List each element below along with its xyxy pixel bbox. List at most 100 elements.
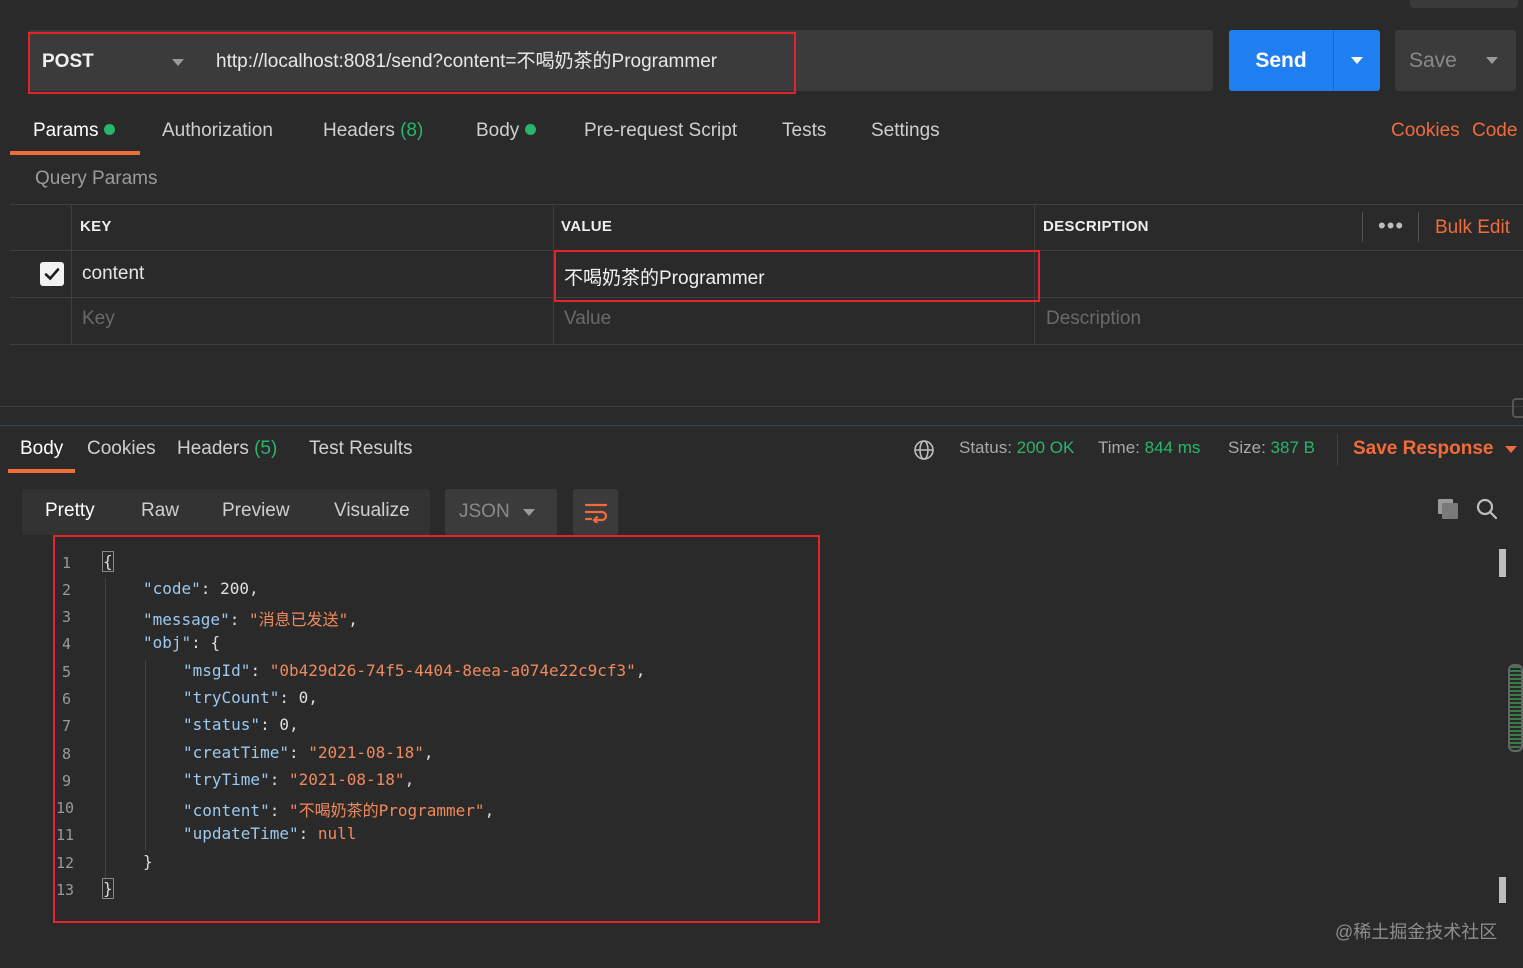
json-value: 200: [220, 579, 249, 598]
send-button[interactable]: Send: [1229, 30, 1380, 91]
response-tab-headers[interactable]: Headers (5): [177, 438, 277, 460]
json-key: "tryTime": [183, 770, 270, 789]
new-description-input[interactable]: Description: [1046, 308, 1141, 330]
code-line: "code": 200,: [143, 579, 259, 598]
line-number: 2: [62, 581, 72, 599]
line-number: 3: [62, 608, 72, 626]
status-readout: Status: 200 OK: [959, 438, 1074, 458]
response-tab-cookies[interactable]: Cookies: [87, 438, 156, 460]
json-value: "不喝奶茶的Programmer": [288, 801, 485, 820]
line-number: 5: [62, 663, 72, 681]
pane-divider[interactable]: [0, 425, 1523, 426]
copy-icon[interactable]: [1436, 497, 1460, 526]
code-line: "tryCount": 0,: [183, 688, 318, 707]
table-border: [1362, 212, 1363, 242]
view-preview[interactable]: Preview: [222, 500, 290, 522]
cookies-link[interactable]: Cookies: [1391, 120, 1460, 142]
table-border: [10, 344, 1523, 345]
scrollbar-thumb[interactable]: [1499, 877, 1506, 903]
code-line: "msgId": "0b429d26-74f5-4404-8eea-a074e2…: [183, 661, 646, 680]
tab-headers[interactable]: Headers (8): [323, 120, 423, 142]
json-key: "status": [183, 715, 261, 734]
wrap-icon: [584, 503, 607, 523]
code-line: {: [102, 551, 114, 572]
save-button[interactable]: Save: [1395, 30, 1516, 91]
indent-guide: [145, 660, 146, 850]
minimap-scrollbar[interactable]: [1508, 664, 1523, 752]
line-number: 11: [56, 826, 75, 844]
json-key: "content": [183, 801, 270, 820]
tab-pre-request-script[interactable]: Pre-request Script: [584, 120, 737, 142]
view-pretty[interactable]: Pretty: [45, 500, 95, 522]
view-raw[interactable]: Raw: [141, 500, 179, 522]
search-icon[interactable]: [1475, 497, 1499, 526]
send-label: Send: [1255, 48, 1307, 72]
json-value: 0: [298, 688, 309, 707]
line-number: 6: [62, 690, 72, 708]
wrap-lines-button[interactable]: [573, 489, 618, 535]
size-label: Size:: [1228, 438, 1266, 457]
view-visualize[interactable]: Visualize: [334, 500, 410, 522]
tab-label: Params: [33, 120, 99, 141]
param-key[interactable]: content: [82, 263, 144, 285]
method-select[interactable]: POST: [42, 48, 192, 76]
tab-label: Authorization: [162, 120, 273, 141]
tab-tests[interactable]: Tests: [782, 120, 826, 142]
resize-handle[interactable]: [1512, 398, 1523, 418]
more-options-icon[interactable]: •••: [1378, 213, 1404, 239]
indent-guide: [105, 578, 106, 878]
line-number: 13: [56, 881, 75, 899]
url-input[interactable]: http://localhost:8081/send?content=不喝奶茶的…: [216, 46, 717, 73]
tab-authorization[interactable]: Authorization: [162, 120, 273, 142]
save-response-button[interactable]: Save Response: [1353, 438, 1518, 460]
active-tab-indicator: [8, 469, 75, 473]
section-divider: [0, 406, 1523, 407]
code-line: "message": "消息已发送",: [143, 610, 358, 629]
json-value: "2021-08-18": [288, 770, 405, 789]
line-number: 10: [56, 799, 75, 817]
table-border: [10, 204, 1523, 205]
new-key-input[interactable]: Key: [82, 308, 115, 330]
json-value: "消息已发送": [248, 610, 349, 629]
tab-count: (5): [254, 438, 278, 459]
tab-label: Settings: [871, 120, 940, 141]
param-checkbox[interactable]: [40, 262, 64, 286]
tab-params[interactable]: Params: [33, 120, 116, 142]
code-line: }: [143, 852, 153, 871]
save-response-label: Save Response: [1353, 438, 1494, 459]
json-key: "obj": [143, 633, 192, 652]
tab-settings[interactable]: Settings: [871, 120, 940, 142]
new-value-input[interactable]: Value: [564, 308, 611, 330]
json-key: "tryCount": [183, 688, 280, 707]
tab-label: Body: [476, 120, 520, 141]
code-line: "creatTime": "2021-08-18",: [183, 743, 434, 762]
json-key: "message": [143, 610, 230, 629]
status-dot-icon: [525, 124, 537, 135]
checkmark-icon: [44, 268, 60, 281]
json-key: "msgId": [183, 661, 251, 680]
response-tab-body[interactable]: Body: [20, 438, 63, 460]
column-header-key: KEY: [80, 218, 112, 235]
query-params-title: Query Params: [35, 168, 158, 189]
format-label: JSON: [459, 501, 510, 522]
response-tab-test-results[interactable]: Test Results: [309, 438, 412, 460]
format-select[interactable]: JSON: [445, 489, 557, 535]
size-readout: Size: 387 B: [1228, 438, 1315, 458]
code-link[interactable]: Code: [1472, 120, 1517, 142]
chevron-down-icon: [523, 508, 535, 516]
column-header-value: VALUE: [561, 218, 613, 235]
send-options-button[interactable]: [1334, 57, 1380, 64]
table-border: [71, 204, 72, 345]
globe-icon[interactable]: [913, 439, 935, 466]
json-value: 0: [279, 715, 289, 734]
tab-body[interactable]: Body: [476, 120, 537, 142]
chevron-down-icon: [172, 58, 184, 66]
json-value: null: [317, 824, 357, 843]
tab-count: (8): [400, 120, 424, 141]
brace: }: [102, 878, 114, 899]
bulk-edit-link[interactable]: Bulk Edit: [1435, 217, 1510, 239]
json-value: "0b429d26-74f5-4404-8eea-a074e22c9cf3": [269, 661, 636, 680]
scrollbar-thumb[interactable]: [1499, 549, 1506, 577]
code-line: }: [102, 878, 114, 899]
time-value: 844 ms: [1144, 438, 1201, 457]
